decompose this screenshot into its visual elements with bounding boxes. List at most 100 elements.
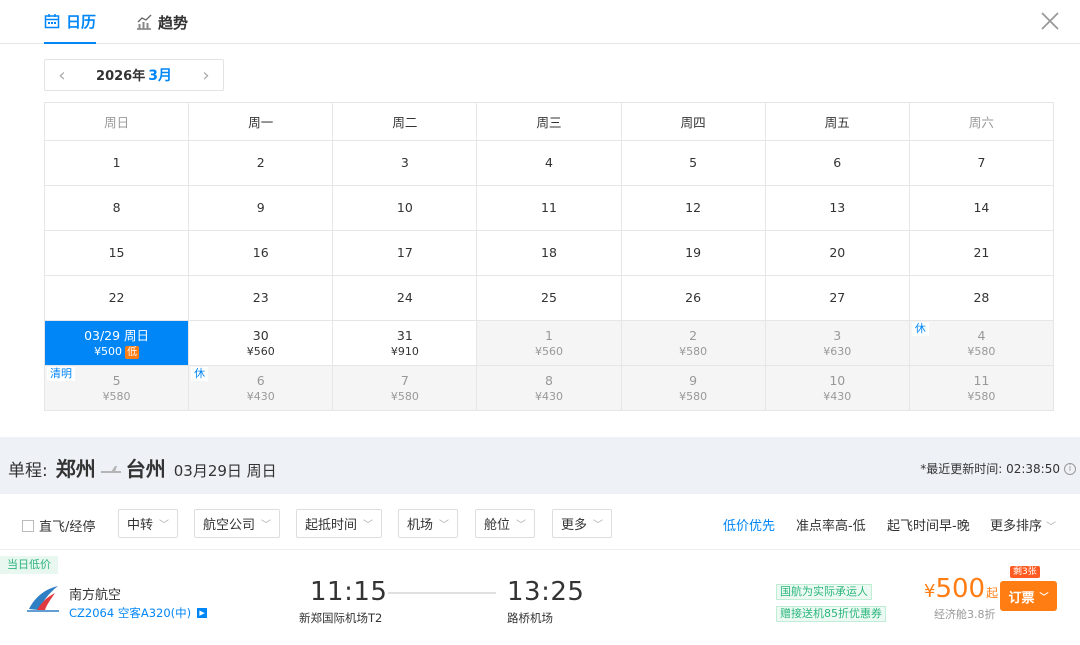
close-icon[interactable] xyxy=(1040,11,1060,31)
calendar-day[interactable]: 10 ¥430 xyxy=(765,366,910,411)
tab-trend[interactable]: 趋势 xyxy=(136,0,188,44)
filter-transfer-dropdown[interactable]: 中转 ﹀ xyxy=(118,509,179,538)
calendar-day[interactable]: 30 ¥560 xyxy=(189,321,334,366)
calendar-day[interactable]: 清明 5 ¥580 xyxy=(45,366,190,411)
calendar-day[interactable]: 3 ¥630 xyxy=(765,321,910,366)
weekday-label: 周二 xyxy=(333,103,478,141)
day-number: 22 xyxy=(108,290,125,305)
dropdown-label: 起抵时间 xyxy=(305,518,358,533)
calendar-day[interactable]: 8 ¥430 xyxy=(477,366,622,411)
flight-number[interactable]: CZ2064 空客A320(中) ▶ xyxy=(69,605,208,621)
calendar-day[interactable]: 2 ¥580 xyxy=(621,321,766,366)
chevron-left-icon[interactable]: ‹ xyxy=(55,65,69,86)
calendar-day[interactable]: 14 xyxy=(909,186,1054,231)
calendar-day[interactable]: 24 xyxy=(333,276,478,321)
flight-duration-line xyxy=(388,592,496,594)
calendar-day[interactable]: 26 xyxy=(621,276,766,321)
chevron-right-icon[interactable]: › xyxy=(199,65,213,86)
calendar-day[interactable]: 22 xyxy=(45,276,190,321)
day-number: 14 xyxy=(973,200,990,215)
day-number: 9 xyxy=(256,200,265,215)
day-price: ¥580 xyxy=(679,389,708,403)
calendar-day[interactable]: 3 xyxy=(333,141,478,186)
calendar-day[interactable]: 9 ¥580 xyxy=(621,366,766,411)
calendar-day[interactable]: 1 ¥560 xyxy=(477,321,622,366)
calendar-day[interactable]: 28 xyxy=(909,276,1054,321)
sort-departure-time[interactable]: 起飞时间早-晚 xyxy=(887,515,970,534)
calendar-day[interactable]: 6 xyxy=(765,141,910,186)
sort-on-time[interactable]: 准点率高-低 xyxy=(796,515,866,534)
checkbox-icon[interactable] xyxy=(22,519,34,532)
holiday-badge: 休 xyxy=(191,367,209,381)
filter-time-dropdown[interactable]: 起抵时间 ﹀ xyxy=(296,509,383,538)
calendar-icon xyxy=(44,13,60,29)
calendar-day[interactable]: 15 xyxy=(45,231,190,276)
filter-airline-dropdown[interactable]: 航空公司 ﹀ xyxy=(194,509,281,538)
calendar-day[interactable]: 7 xyxy=(909,141,1054,186)
day-number: 2 xyxy=(689,327,698,343)
flight-number-text: CZ2064 空客A320(中) xyxy=(69,606,192,620)
calendar-day[interactable]: 12 xyxy=(621,186,766,231)
calendar-day[interactable]: 7 ¥580 xyxy=(333,366,478,411)
calendar-day[interactable]: 23 xyxy=(189,276,334,321)
sort-more-label: 更多排序 xyxy=(990,519,1043,534)
carrier-tag: 国航为实际承运人 xyxy=(776,584,872,600)
calendar-day[interactable]: 5 xyxy=(621,141,766,186)
filter-more-dropdown[interactable]: 更多 ﹀ xyxy=(552,509,613,538)
lowest-price-tag: 当日低价 xyxy=(0,556,58,574)
day-number: 10 xyxy=(829,372,846,388)
day-price: ¥560 xyxy=(534,344,563,358)
calendar-day[interactable]: 31 ¥910 xyxy=(333,321,478,366)
calendar-day[interactable]: 17 xyxy=(333,231,478,276)
day-price: ¥560 xyxy=(246,344,275,358)
day-number: 30 xyxy=(252,327,269,343)
calendar-day[interactable]: 25 xyxy=(477,276,622,321)
sort-more[interactable]: 更多排序 ﹀ xyxy=(990,515,1056,534)
day-price: ¥430 xyxy=(534,389,563,403)
calendar-day[interactable]: 13 xyxy=(765,186,910,231)
direct-flight-label: 直飞/经停 xyxy=(39,520,96,535)
calendar-day[interactable]: 8 xyxy=(45,186,190,231)
calendar-day[interactable]: 2 xyxy=(189,141,334,186)
day-number: 3 xyxy=(400,155,409,170)
day-number: 2 xyxy=(256,155,265,170)
calendar-day-selected[interactable]: 03/29 周日 ¥500 低 xyxy=(45,321,190,366)
departure-time: 11:15 xyxy=(310,577,388,607)
direct-flight-checkbox[interactable]: 直飞/经停 xyxy=(22,516,95,535)
day-number: 10 xyxy=(396,200,413,215)
day-price: ¥580 xyxy=(390,389,419,403)
calendar-day[interactable]: 11 ¥580 xyxy=(909,366,1054,411)
calendar-day[interactable]: 11 xyxy=(477,186,622,231)
calendar-day[interactable]: 9 xyxy=(189,186,334,231)
info-icon[interactable]: i xyxy=(1064,462,1076,475)
update-time-text: *最近更新时间: 02:38:50 xyxy=(920,462,1060,476)
sort-lowest-price[interactable]: 低价优先 xyxy=(723,515,775,534)
day-number: 12 xyxy=(685,200,702,215)
calendar-day[interactable]: 10 xyxy=(333,186,478,231)
calendar-day[interactable]: 18 xyxy=(477,231,622,276)
tab-calendar[interactable]: 日历 xyxy=(44,0,97,44)
day-price-wrap: ¥430 xyxy=(247,390,275,404)
calendar-day[interactable]: 21 xyxy=(909,231,1054,276)
calendar-day[interactable]: 1 xyxy=(45,141,190,186)
chevron-down-icon: ﹀ xyxy=(261,520,272,531)
route-summary: 单程: 郑州 台州 03月29日 周日 xyxy=(8,453,277,482)
calendar-day[interactable]: 休 4 ¥580 xyxy=(909,321,1054,366)
calendar-day[interactable]: 27 xyxy=(765,276,910,321)
calendar-day[interactable]: 16 xyxy=(189,231,334,276)
book-button[interactable]: 订票 ﹀ xyxy=(1000,581,1057,611)
flight-price: ¥ 500 起 xyxy=(924,574,998,604)
calendar-day[interactable]: 休 6 ¥430 xyxy=(189,366,334,411)
calendar-day[interactable]: 20 xyxy=(765,231,910,276)
day-price-wrap: ¥500 低 xyxy=(94,345,140,359)
calendar-day[interactable]: 4 xyxy=(477,141,622,186)
chevron-down-icon: ﹀ xyxy=(159,520,170,531)
day-number: 31 xyxy=(396,327,413,343)
day-price-wrap: ¥430 xyxy=(535,390,563,404)
filter-cabin-dropdown[interactable]: 舱位 ﹀ xyxy=(475,509,536,538)
currency-symbol: ¥ xyxy=(924,581,936,602)
filter-airport-dropdown[interactable]: 机场 ﹀ xyxy=(398,509,459,538)
day-number: 1 xyxy=(545,327,553,343)
play-icon[interactable]: ▶ xyxy=(197,608,208,618)
calendar-day[interactable]: 19 xyxy=(621,231,766,276)
